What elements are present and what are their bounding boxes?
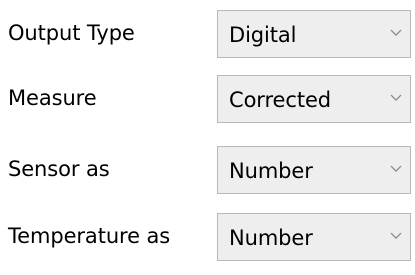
temperature-as-dropdown[interactable]: Number (217, 213, 411, 261)
chevron-down-icon (390, 29, 402, 37)
measure-label: Measure (8, 85, 97, 110)
settings-panel: Output Type Digital Measure Corrected Se… (0, 0, 415, 275)
output-type-row: Output Type Digital (0, 10, 415, 60)
measure-row: Measure Corrected (0, 75, 415, 125)
temperature-as-row: Temperature as Number (0, 213, 415, 263)
chevron-down-icon (390, 232, 402, 240)
chevron-down-icon (390, 165, 402, 173)
sensor-as-value: Number (229, 159, 313, 184)
temperature-as-label: Temperature as (8, 223, 171, 248)
output-type-dropdown[interactable]: Digital (217, 10, 411, 58)
output-type-value: Digital (229, 23, 297, 48)
sensor-as-label: Sensor as (8, 156, 110, 181)
output-type-label: Output Type (8, 20, 135, 45)
temperature-as-value: Number (229, 226, 313, 251)
sensor-as-row: Sensor as Number (0, 146, 415, 196)
sensor-as-dropdown[interactable]: Number (217, 146, 411, 194)
measure-dropdown[interactable]: Corrected (217, 75, 411, 123)
measure-value: Corrected (229, 88, 331, 113)
chevron-down-icon (390, 94, 402, 102)
